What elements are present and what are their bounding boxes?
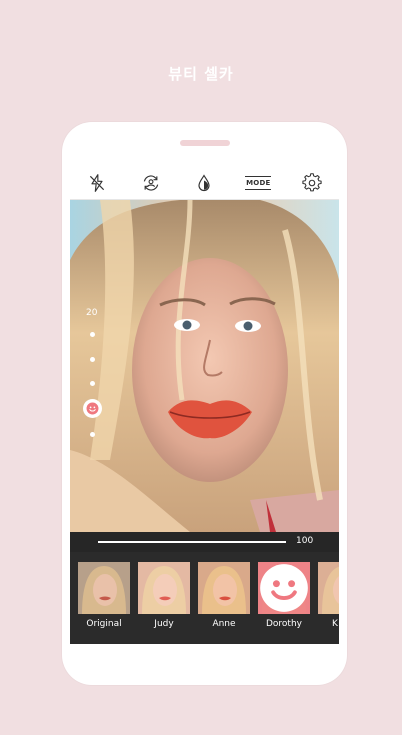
- beauty-level-step[interactable]: [90, 357, 95, 362]
- camera-screen: MODE 20 100 Original Judy Anne Dorothy K: [70, 166, 339, 644]
- filter-strip[interactable]: Original Judy Anne Dorothy K: [70, 552, 339, 644]
- drop-icon: [198, 173, 211, 191]
- filter-anne[interactable]: Anne: [198, 562, 250, 629]
- smile-icon: [260, 564, 308, 612]
- tone-button[interactable]: [191, 170, 217, 196]
- phone-speaker: [180, 140, 230, 146]
- settings-button[interactable]: [299, 170, 325, 196]
- strength-value: 100: [296, 536, 314, 546]
- beauty-level-step[interactable]: [90, 332, 95, 337]
- filter-name: Original: [86, 619, 122, 629]
- gear-icon: [302, 172, 322, 191]
- filter-name: Anne: [212, 619, 236, 629]
- beauty-level-step[interactable]: [90, 432, 95, 437]
- filter-name: K: [332, 619, 338, 629]
- filter-original[interactable]: Original: [78, 562, 130, 629]
- flash-off-icon: [89, 173, 104, 192]
- filter-judy[interactable]: Judy: [138, 562, 190, 629]
- camera-preview[interactable]: 20: [70, 200, 339, 532]
- switch-camera-button[interactable]: [138, 170, 164, 196]
- filter-name: Dorothy: [265, 619, 302, 629]
- beauty-level-label: 20: [86, 308, 98, 318]
- smile-icon: [86, 402, 99, 415]
- beauty-level-step[interactable]: [90, 381, 95, 386]
- filter-dorothy[interactable]: Dorothy: [258, 562, 310, 629]
- portrait-thumbnail: [78, 562, 130, 614]
- mode-button[interactable]: MODE: [245, 170, 272, 196]
- portrait-thumbnail: [138, 562, 190, 614]
- portrait-photo: [70, 200, 339, 532]
- phone-frame: MODE 20 100 Original Judy Anne Dorothy K: [62, 122, 347, 685]
- filter-name: Judy: [154, 619, 174, 629]
- filter-thumbnail: [138, 562, 190, 614]
- filter-strength-slider[interactable]: 100: [70, 532, 339, 552]
- switch-camera-icon: [143, 174, 158, 191]
- filter-k[interactable]: K: [318, 562, 339, 629]
- strength-track[interactable]: [98, 541, 286, 543]
- headline: 뷰티 셀카: [168, 65, 234, 83]
- selected-overlay: [258, 562, 310, 614]
- filter-thumbnail: [198, 562, 250, 614]
- mode-icon: MODE: [245, 175, 272, 190]
- portrait-thumbnail: [318, 562, 339, 614]
- beauty-level-knob[interactable]: [83, 399, 102, 418]
- filter-thumbnail: [78, 562, 130, 614]
- camera-toolbar: MODE: [70, 166, 339, 200]
- portrait-thumbnail: [198, 562, 250, 614]
- flash-off-button[interactable]: [84, 170, 110, 196]
- filter-thumbnail: [258, 562, 310, 614]
- filter-thumbnail: [318, 562, 339, 614]
